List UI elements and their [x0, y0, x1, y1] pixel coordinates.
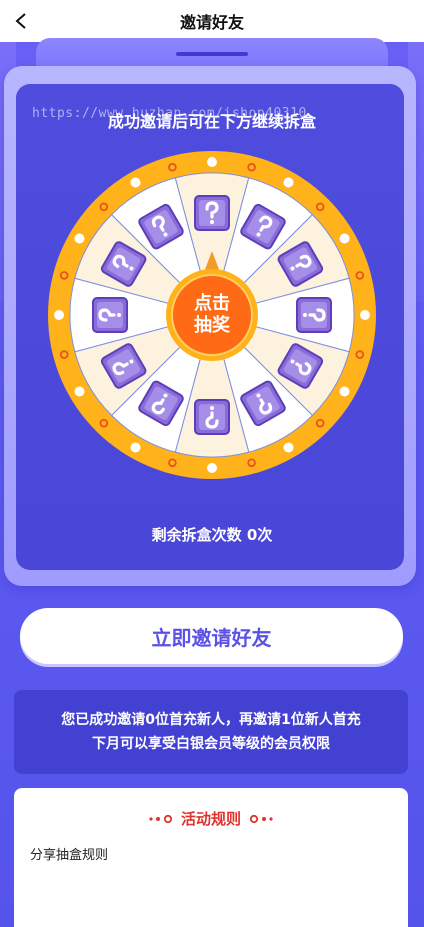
wheel-bulb [207, 463, 217, 473]
wheel-bulb [339, 386, 350, 397]
spin-button [171, 274, 253, 356]
wheel-bulb [207, 157, 217, 167]
invite-status-line2: 下月可以享受白银会员等级的会员权限 [92, 736, 330, 752]
invite-friends-button[interactable]: 立即邀请好友 [20, 608, 403, 664]
wheel-bulb [339, 233, 350, 244]
nav-bar: 邀请好友 [0, 0, 424, 42]
invite-status-line1: 您已成功邀请0位首充新人，再邀请1位新人首充 [61, 712, 361, 728]
chevron-left-icon [15, 13, 26, 29]
decor-dots-left-icon [149, 814, 173, 823]
page-title: 邀请好友 [179, 13, 244, 32]
mystery-box-icon [194, 195, 230, 231]
rules-title-row: 活动规则 [14, 808, 408, 829]
wheel-bulb [54, 310, 64, 320]
rules-title: 活动规则 [180, 810, 241, 828]
back-button[interactable] [8, 8, 34, 34]
watermark-text: https://www.huzhan.com/ishop40310 [32, 106, 307, 121]
prize-wheel: 点击 抽奖 [44, 148, 380, 482]
invite-status-card: 您已成功邀请0位首充新人，再邀请1位新人首充 下月可以享受白银会员等级的会员权限 [14, 690, 408, 774]
wheel-bulb [283, 442, 294, 453]
mystery-box-icon [296, 297, 332, 333]
wheel-graphic [48, 151, 376, 479]
remaining-count: 剩余拆盒次数 0次 [151, 526, 273, 544]
rules-subtitle: 分享抽盒规则 [30, 848, 109, 863]
wheel-bulb [74, 386, 85, 397]
wheel-bulb [360, 310, 370, 320]
wheel-bulb [283, 177, 294, 188]
mystery-box-icon [194, 399, 230, 435]
decor-dots-right-icon [249, 814, 273, 823]
box-lid-slot [176, 52, 248, 56]
mystery-box-icon [92, 297, 128, 333]
rules-card: 活动规则 分享抽盒规则 [14, 788, 408, 927]
wheel-bulb [130, 177, 141, 188]
wheel-bulb [74, 233, 85, 244]
wheel-bulb [130, 442, 141, 453]
